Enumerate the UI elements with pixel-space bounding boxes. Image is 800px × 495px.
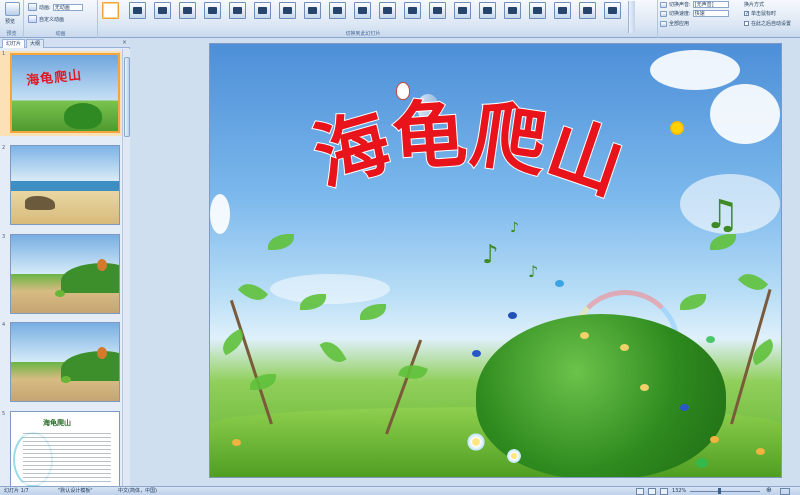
slideshow-icon[interactable] (660, 488, 668, 495)
slide-thumbnail-image (10, 234, 120, 314)
preview-group: 预览 预览 (0, 0, 24, 38)
status-bar: 幻灯片 1/7 "默认设计模板" 中文(简体，中国) 132% ⊕ (0, 486, 800, 495)
slide-number: 5 (2, 411, 6, 417)
transition-cut-button[interactable] (179, 2, 196, 19)
slide-indicator: 幻灯片 1/7 (4, 488, 29, 494)
slide-thumbnail-image: 海龟爬山 (10, 53, 120, 133)
transition-dissolve-button[interactable] (229, 2, 246, 19)
advance-label: 换片方式 (744, 2, 765, 8)
animation-group-label: 动画 (55, 31, 66, 37)
transition-gallery-scroll[interactable] (628, 1, 635, 33)
preview-button[interactable]: 预览 (5, 18, 15, 25)
thumbnail-title: 海龟爬山 (43, 419, 71, 427)
transition-cover-down-button[interactable] (479, 2, 496, 19)
custom-animation-icon (28, 15, 37, 23)
transition-none-button[interactable] (102, 2, 119, 19)
transition-cover-right-button[interactable] (529, 2, 546, 19)
transition-cover-up-button[interactable] (554, 2, 571, 19)
transition-sound-select[interactable]: [无声音] (692, 1, 729, 8)
transition-wipe-right-button[interactable] (304, 2, 321, 19)
transition-fade-button[interactable] (129, 2, 146, 19)
slide-number: 1 (2, 51, 6, 57)
zoom-slider-knob[interactable] (718, 488, 721, 494)
normal-view-icon[interactable] (636, 488, 644, 495)
custom-animation-button[interactable]: 自定义动画 (28, 15, 64, 23)
transition-push-left-button[interactable] (404, 2, 421, 19)
preview-icon[interactable] (5, 2, 20, 16)
transition-push-up-button[interactable] (454, 2, 471, 19)
slide-canvas[interactable]: ♪ ♪ ♪ ♫ 海龟爬山 (209, 43, 782, 478)
ribbon: 预览 预览 动画: 无动画 自定义动画 动画 切换到此幻灯片 切换声音: [无声… (0, 0, 800, 38)
transition-group: 切换到此幻灯片 (98, 0, 658, 38)
scrollbar-thumb[interactable] (124, 57, 130, 137)
slide-title-art[interactable]: 海龟爬山 (210, 44, 782, 478)
transition-speed-select[interactable]: 快速 (692, 10, 729, 17)
apply-all-icon (660, 20, 667, 27)
slide-number: 4 (2, 322, 6, 328)
transition-box-out-button[interactable] (604, 2, 621, 19)
transition-push-right-button[interactable] (429, 2, 446, 19)
on-click-checkbox[interactable]: ✓ (744, 11, 749, 17)
slide-thumbnail-image (10, 322, 120, 402)
transition-sound-label: 切换声音: (669, 2, 691, 8)
on-click-option[interactable]: ✓ 单击鼠标时 (744, 10, 776, 17)
transition-sound-row: 切换声音: [无声音] (660, 1, 729, 8)
transition-push-down-button[interactable] (379, 2, 396, 19)
tab-slides[interactable]: 幻灯片 (2, 39, 26, 48)
slide-thumbnail-image (10, 145, 120, 225)
language[interactable]: 中文(简体，中国) (118, 487, 157, 495)
on-click-label: 单击鼠标时 (751, 11, 777, 17)
zoom-level[interactable]: 132% (672, 487, 686, 495)
close-panel-icon[interactable]: × (122, 39, 127, 46)
fit-window-icon[interactable] (780, 488, 790, 495)
transition-cover-left-button[interactable] (504, 2, 521, 19)
thumbnail-list: 1 海龟爬山 2 3 4 5 海龟爬山 (0, 49, 122, 486)
zoom-slider[interactable] (690, 491, 760, 492)
auto-after-option[interactable]: 在此之后自动设置 (744, 20, 791, 27)
slide-number: 2 (2, 145, 6, 151)
apply-all-label: 全部应用 (669, 21, 690, 27)
sound-icon (660, 1, 667, 8)
auto-after-checkbox[interactable] (744, 21, 749, 26)
auto-after-label: 在此之后自动设置 (751, 21, 792, 27)
animate-label: 动画: (39, 4, 51, 11)
slide-number: 3 (2, 234, 6, 240)
animate-dropdown[interactable]: 动画: 无动画 (28, 3, 83, 11)
preview-button-label: 预览 (5, 19, 16, 25)
tab-outline[interactable]: 大纲 (26, 39, 45, 48)
thumbnail-scrollbar[interactable] (122, 49, 130, 486)
slide-sorter-icon[interactable] (648, 488, 656, 495)
transition-speed-row: 切换速度: 快速 (660, 10, 729, 17)
panel-tabs: 幻灯片 大纲 × (0, 38, 130, 48)
transition-options-group: 切换声音: [无声音] 切换速度: 快速 全部应用 (658, 0, 742, 38)
advance-slide-group: 换片方式 ✓ 单击鼠标时 在此之后自动设置 (742, 0, 800, 38)
animate-value[interactable]: 无动画 (52, 3, 83, 11)
transition-cut-black-button[interactable] (204, 2, 221, 19)
theme-name[interactable]: "默认设计模板" (58, 487, 93, 495)
transition-wipe-left-button[interactable] (279, 2, 296, 19)
slide-title-path: 海龟爬山 (304, 90, 636, 212)
animation-group: 动画: 无动画 自定义动画 动画 (24, 0, 98, 38)
transition-wipe-down-button[interactable] (254, 2, 271, 19)
slide-thumbnail-image: 海龟爬山 (10, 411, 120, 486)
transition-box-in-button[interactable] (579, 2, 596, 19)
transition-split-button[interactable] (354, 2, 371, 19)
slide-title[interactable]: 海龟爬山 (304, 90, 636, 212)
slide-thumbnail-1[interactable]: 1 海龟爬山 (0, 51, 122, 136)
preview-group-label: 预览 (6, 31, 17, 37)
slide-thumbnail-2[interactable]: 2 (0, 145, 122, 227)
slide-thumbnail-5[interactable]: 5 海龟爬山 (0, 411, 122, 486)
custom-animation-label: 自定义动画 (39, 16, 65, 23)
transition-group-label: 切换到此幻灯片 (345, 31, 381, 37)
slides-panel: 幻灯片 大纲 × 1 海龟爬山 2 3 4 5 海龟爬山 (0, 38, 130, 486)
slide-thumbnail-4[interactable]: 4 (0, 322, 122, 404)
transition-wipe-up-button[interactable] (329, 2, 346, 19)
apply-all-button[interactable]: 全部应用 (660, 20, 689, 27)
zoom-in-icon[interactable]: ⊕ (766, 486, 772, 494)
slide-thumbnail-3[interactable]: 3 (0, 234, 122, 316)
animate-icon (28, 3, 37, 11)
speed-icon (660, 10, 667, 17)
transition-fade-black-button[interactable] (154, 2, 171, 19)
transition-speed-label: 切换速度: (669, 11, 691, 17)
